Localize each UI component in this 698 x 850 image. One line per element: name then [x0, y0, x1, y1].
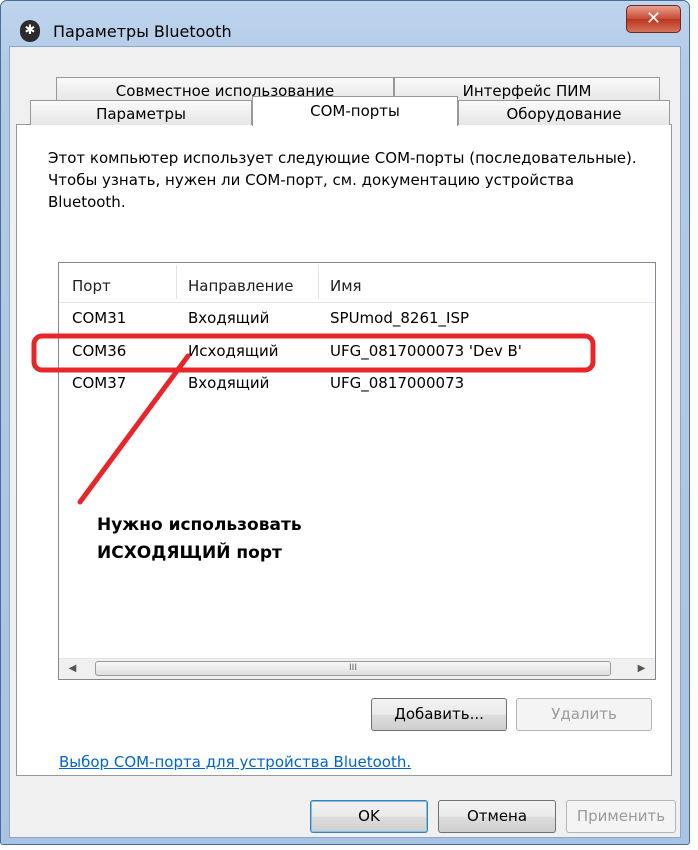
- ok-button[interactable]: OK: [310, 800, 428, 833]
- com-port-selection-link[interactable]: Выбор COM-порта для устройства Bluetooth…: [59, 753, 411, 771]
- annotation-arrow: [77, 353, 191, 505]
- cancel-button[interactable]: Отмена: [438, 800, 556, 833]
- highlight-box: [31, 333, 596, 373]
- annotation-line-2: ИСХОДЯЩИЙ порт: [97, 543, 282, 563]
- annotation-text: Нужно использовать ИСХОДЯЩИЙ порт: [97, 511, 302, 567]
- add-button[interactable]: Добавить...: [371, 698, 507, 731]
- apply-button[interactable]: Применить: [566, 800, 676, 833]
- remove-button[interactable]: Удалить: [516, 698, 652, 731]
- annotation-line-1: Нужно использовать: [97, 515, 302, 535]
